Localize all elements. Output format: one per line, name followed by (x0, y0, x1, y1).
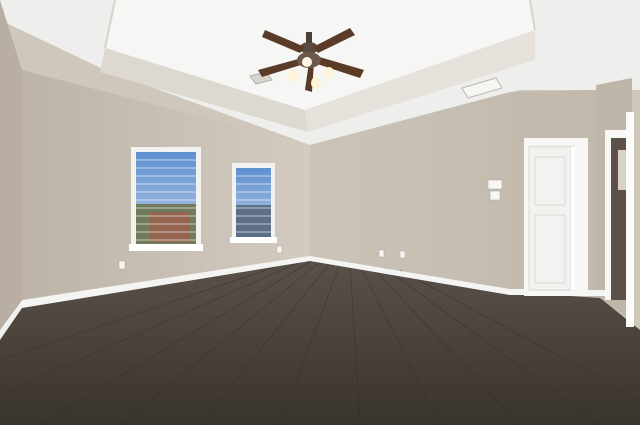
outlet (378, 249, 385, 258)
light-switch (489, 190, 501, 201)
doorway-right (605, 112, 634, 327)
window-right (230, 163, 277, 243)
outlet (118, 260, 126, 270)
room-photo (0, 0, 640, 425)
window-left (129, 147, 203, 251)
outlet (276, 245, 283, 254)
outlet (399, 250, 406, 259)
left-wall (0, 0, 22, 330)
thermostat (487, 179, 503, 190)
doorway (524, 138, 588, 296)
room-illustration (0, 0, 640, 425)
